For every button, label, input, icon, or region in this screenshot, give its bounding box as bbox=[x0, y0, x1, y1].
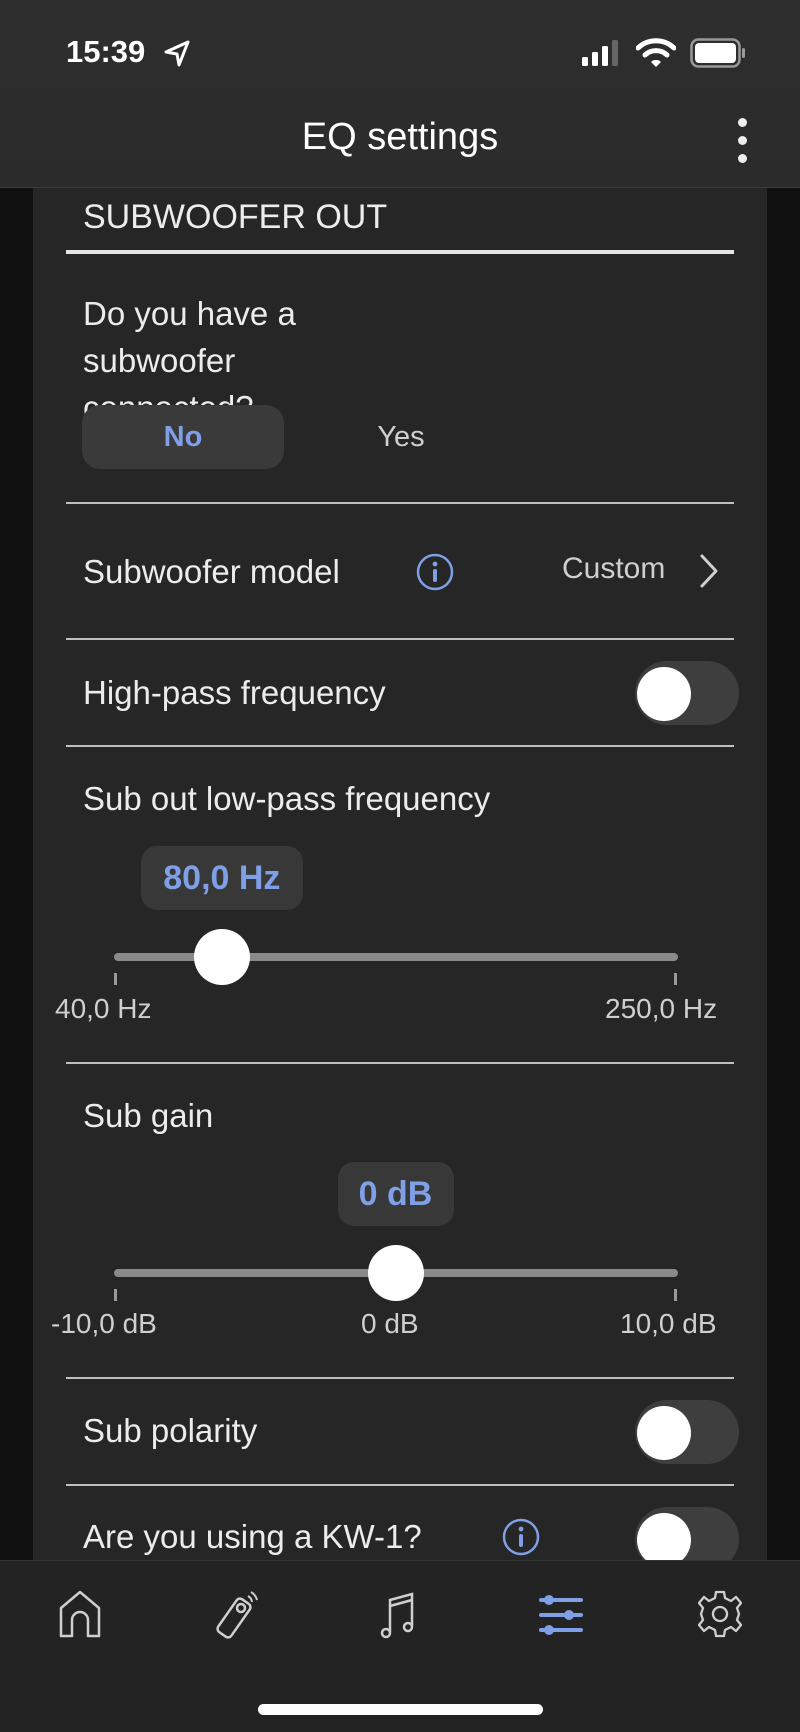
sub-gain-mid-label: 0 dB bbox=[361, 1308, 419, 1339]
toggle-knob bbox=[637, 1513, 691, 1567]
sub-gain-value-bubble: 0 dB bbox=[337, 1162, 454, 1226]
low-pass-slider-thumb[interactable] bbox=[193, 929, 250, 985]
top-bar bbox=[0, 0, 800, 188]
slider-tick-max bbox=[674, 973, 677, 985]
low-pass-min-label: 40,0 Hz bbox=[55, 993, 152, 1024]
info-icon[interactable] bbox=[502, 1518, 540, 1556]
status-time: 15:39 bbox=[66, 34, 146, 69]
sub-polarity-toggle[interactable] bbox=[635, 1400, 739, 1464]
sub-gain-slider-thumb[interactable] bbox=[367, 1245, 424, 1301]
slider-tick-min bbox=[114, 973, 117, 985]
more-vertical-icon[interactable] bbox=[732, 118, 752, 164]
slider-tick-max bbox=[674, 1289, 677, 1301]
toggle-knob bbox=[637, 1406, 691, 1460]
home-indicator[interactable] bbox=[258, 1704, 543, 1715]
option-no-button[interactable]: No bbox=[82, 405, 284, 469]
option-yes-button[interactable]: Yes bbox=[300, 405, 502, 469]
divider bbox=[66, 745, 734, 747]
tab-settings-icon[interactable] bbox=[694, 1588, 746, 1640]
kw1-label: Are you using a KW-1? bbox=[83, 1518, 422, 1555]
location-arrow-icon bbox=[164, 40, 190, 67]
tab-eq-icon[interactable] bbox=[535, 1588, 587, 1640]
subwoofer-model-label: Subwoofer model bbox=[83, 553, 340, 590]
section-title: SUBWOOFER OUT bbox=[83, 198, 388, 236]
low-pass-max-label: 250,0 Hz bbox=[605, 993, 718, 1024]
tab-music-icon[interactable] bbox=[374, 1588, 426, 1640]
high-pass-label: High-pass frequency bbox=[83, 674, 386, 711]
section-divider bbox=[66, 250, 734, 254]
divider bbox=[66, 502, 734, 504]
sub-gain-label: Sub gain bbox=[83, 1097, 214, 1134]
tab-home-icon[interactable] bbox=[54, 1588, 106, 1640]
sub-gain-max-label: 10,0 dB bbox=[620, 1308, 717, 1339]
sub-polarity-label: Sub polarity bbox=[83, 1412, 258, 1449]
subwoofer-model-value[interactable]: Custom bbox=[562, 552, 665, 586]
divider bbox=[66, 1377, 734, 1379]
wifi-icon bbox=[636, 38, 676, 67]
info-icon[interactable] bbox=[416, 553, 454, 591]
sub-gain-min-label: -10,0 dB bbox=[51, 1308, 157, 1339]
slider-tick-min bbox=[114, 1289, 117, 1301]
divider bbox=[66, 638, 734, 640]
tab-remote-icon[interactable] bbox=[212, 1588, 264, 1640]
cellular-signal-icon bbox=[582, 40, 618, 66]
chevron-right-icon[interactable] bbox=[698, 553, 720, 589]
divider bbox=[66, 1062, 734, 1064]
low-pass-value-bubble: 80,0 Hz bbox=[140, 846, 303, 910]
toggle-knob bbox=[637, 667, 691, 721]
battery-icon bbox=[690, 38, 745, 68]
divider bbox=[66, 1484, 734, 1486]
high-pass-toggle[interactable] bbox=[635, 661, 739, 725]
page-title: EQ settings bbox=[301, 116, 499, 158]
low-pass-label: Sub out low-pass frequency bbox=[83, 780, 491, 817]
